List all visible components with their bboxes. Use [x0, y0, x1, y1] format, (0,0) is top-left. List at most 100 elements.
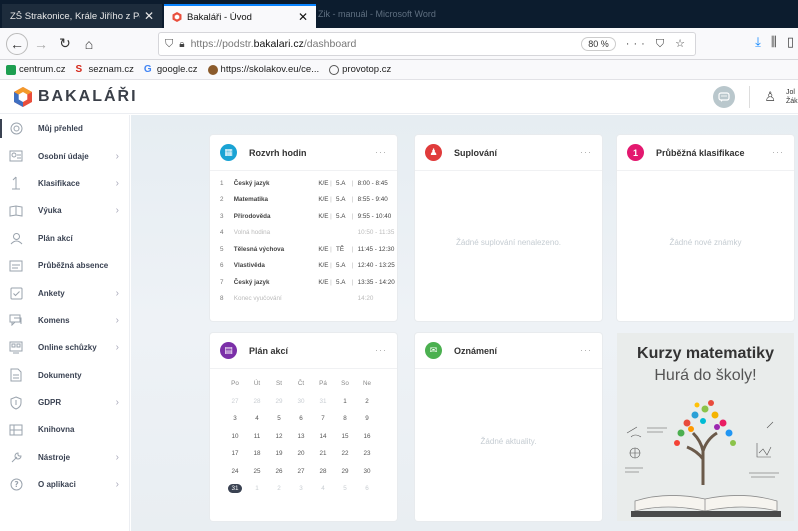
calendar-day[interactable]: 11	[246, 433, 268, 440]
calendar-day[interactable]: 18	[246, 450, 268, 457]
sidebar-item-vyuka[interactable]: Výuka ›	[0, 197, 129, 224]
calendar-day[interactable]: 16	[356, 433, 378, 440]
address-bar[interactable]: ⛉ 🔒︎ https://podstr.bakalari.cz/dashboar…	[158, 32, 696, 56]
calendar-day[interactable]: 30	[356, 468, 378, 475]
calendar-day[interactable]: 30	[290, 398, 312, 405]
reload-button[interactable]: ↻	[54, 33, 76, 55]
bookmark-centrum[interactable]: centrum.cz	[6, 64, 65, 75]
calendar-day[interactable]: 2	[356, 398, 378, 405]
back-button[interactable]: ←	[6, 32, 28, 55]
sidebar-item-online-schuzky[interactable]: Online schůzky ›	[0, 334, 129, 361]
timetable-row[interactable]: 7 Český jazyk K/E | 5.A | 13:35 - 14:20	[210, 274, 397, 291]
sidebar-item-gdpr[interactable]: GDPR ›	[0, 389, 129, 416]
calendar-day[interactable]: 7	[312, 415, 334, 422]
sidebar-item-klasifikace[interactable]: Klasifikace ›	[0, 170, 129, 197]
calendar-day[interactable]: 15	[334, 433, 356, 440]
tracking-shield-icon[interactable]: ⛉	[165, 38, 173, 51]
math-courses-banner[interactable]: Kurzy matematiky Hurá do školy!	[617, 333, 794, 521]
calendar-day[interactable]: 21	[312, 450, 334, 457]
home-button[interactable]: ⌂	[78, 33, 100, 55]
calendar-day[interactable]: 12	[268, 433, 290, 440]
calendar-day[interactable]: 29	[268, 398, 290, 405]
calendar-day[interactable]: 24	[224, 468, 246, 475]
sidebar-item-prubezna-absence[interactable]: Průběžná absence	[0, 252, 129, 279]
sidebar-item-komens[interactable]: Komens ›	[0, 307, 129, 334]
card-header[interactable]: ✉ Oznámení ···	[415, 333, 602, 369]
timetable-row[interactable]: 1 Český jazyk K/E | 5.A | 8:00 - 8:45	[210, 175, 397, 192]
bookmark-provotop[interactable]: provotop.cz	[329, 64, 391, 75]
calendar-day[interactable]: 5	[334, 485, 356, 492]
more-options-icon[interactable]: ···	[375, 345, 387, 355]
timetable-row[interactable]: 2 Matematika K/E | 5.A | 8:55 - 9:40	[210, 192, 397, 209]
messages-button[interactable]	[713, 86, 736, 108]
browser-tab-bakalari[interactable]: Bakaláři - Úvod ✕	[164, 4, 316, 28]
sidebar-item-plan-akci[interactable]: Plán akcí	[0, 225, 129, 252]
card-header[interactable]: ▦ Rozvrh hodin ···	[210, 135, 397, 171]
calendar-day[interactable]: 28	[312, 468, 334, 475]
user-icon[interactable]: ♙	[764, 89, 776, 105]
bookmark-seznam[interactable]: S seznam.cz	[75, 64, 133, 75]
calendar-day[interactable]: 29	[334, 468, 356, 475]
user-name[interactable]: Jol Žák	[786, 88, 798, 106]
sidebar-item-muj-prehled[interactable]: Můj přehled	[0, 115, 129, 142]
calendar-day[interactable]: 1	[334, 398, 356, 405]
calendar-day[interactable]: 6	[356, 485, 378, 492]
calendar-day-today[interactable]: 31	[224, 484, 246, 494]
calendar-day[interactable]: 13	[290, 433, 312, 440]
forward-button[interactable]: →	[30, 33, 52, 55]
sidebar-item-nastroje[interactable]: Nástroje ›	[0, 444, 129, 471]
page-actions-icon[interactable]: ··· ⛉ ☆	[626, 37, 689, 51]
timetable-row[interactable]: 5 Tělesná výchova K/E | TĚ | 11:45 - 12:30	[210, 241, 397, 258]
sidebar-item-dokumenty[interactable]: Dokumenty	[0, 362, 129, 389]
more-options-icon[interactable]: ···	[580, 147, 592, 157]
calendar-day[interactable]: 5	[268, 415, 290, 422]
timetable-row[interactable]: 3 Přírodověda K/E | 5.A | 9:55 - 10:40	[210, 208, 397, 225]
url-text[interactable]: https://podstr.bakalari.cz/dashboard	[191, 38, 582, 50]
zoom-indicator[interactable]: 80 %	[581, 37, 616, 51]
sidebar-item-osobni-udaje[interactable]: Osobní údaje ›	[0, 142, 129, 169]
sidebar-toggle-icon[interactable]: ▯	[787, 34, 794, 50]
calendar-day[interactable]: 3	[224, 415, 246, 422]
browser-tab-school[interactable]: ZŠ Strakonice, Krále Jiřího z Poděbr ✕	[2, 4, 162, 28]
more-options-icon[interactable]: ···	[580, 345, 592, 355]
card-header[interactable]: ♟ Suplování ···	[415, 135, 602, 171]
calendar-day[interactable]: 27	[290, 468, 312, 475]
calendar-day[interactable]: 3	[290, 485, 312, 492]
calendar-day[interactable]: 31	[312, 398, 334, 405]
calendar-day[interactable]: 25	[246, 468, 268, 475]
sidebar-item-o-aplikaci[interactable]: ? O aplikaci ›	[0, 471, 129, 498]
calendar-day[interactable]: 2	[268, 485, 290, 492]
calendar-day[interactable]: 1	[246, 485, 268, 492]
bookmark-google[interactable]: G google.cz	[144, 64, 198, 75]
calendar-day[interactable]: 4	[312, 485, 334, 492]
calendar-day[interactable]: 27	[224, 398, 246, 405]
brand-logo[interactable]: BAKALÁŘI	[14, 87, 138, 107]
close-icon[interactable]: ✕	[298, 10, 308, 24]
calendar-day[interactable]: 9	[356, 415, 378, 422]
timetable-row[interactable]: 4 Volná hodina 10:50 - 11:35	[210, 225, 397, 242]
calendar-day[interactable]: 17	[224, 450, 246, 457]
timetable-row[interactable]: 8 Konec vyučování 14:20	[210, 291, 397, 308]
calendar-day[interactable]: 22	[334, 450, 356, 457]
calendar-day[interactable]: 26	[268, 468, 290, 475]
calendar-day[interactable]: 8	[334, 415, 356, 422]
more-options-icon[interactable]: ···	[772, 147, 784, 157]
calendar-day[interactable]: 4	[246, 415, 268, 422]
calendar-day[interactable]: 28	[246, 398, 268, 405]
timetable-row[interactable]: 6 Vlastivěda K/E | 5.A | 12:40 - 13:25	[210, 258, 397, 275]
library-icon[interactable]: ⫼	[771, 34, 777, 50]
card-header[interactable]: 1 Průběžná klasifikace ···	[617, 135, 794, 171]
download-icon[interactable]: ⤓	[755, 34, 761, 50]
calendar-day[interactable]: 6	[290, 415, 312, 422]
calendar-day[interactable]: 23	[356, 450, 378, 457]
more-options-icon[interactable]: ···	[375, 147, 387, 157]
calendar-day[interactable]: 20	[290, 450, 312, 457]
sidebar-item-ankety[interactable]: Ankety ›	[0, 279, 129, 306]
sidebar-item-knihovna[interactable]: Knihovna	[0, 416, 129, 443]
calendar-day[interactable]: 14	[312, 433, 334, 440]
calendar-day[interactable]: 19	[268, 450, 290, 457]
card-header[interactable]: ▤ Plán akcí ···	[210, 333, 397, 369]
lock-icon[interactable]: 🔒︎	[179, 39, 184, 50]
bookmark-skolakov[interactable]: https://skolakov.eu/ce...	[207, 64, 319, 75]
close-icon[interactable]: ✕	[144, 9, 154, 23]
